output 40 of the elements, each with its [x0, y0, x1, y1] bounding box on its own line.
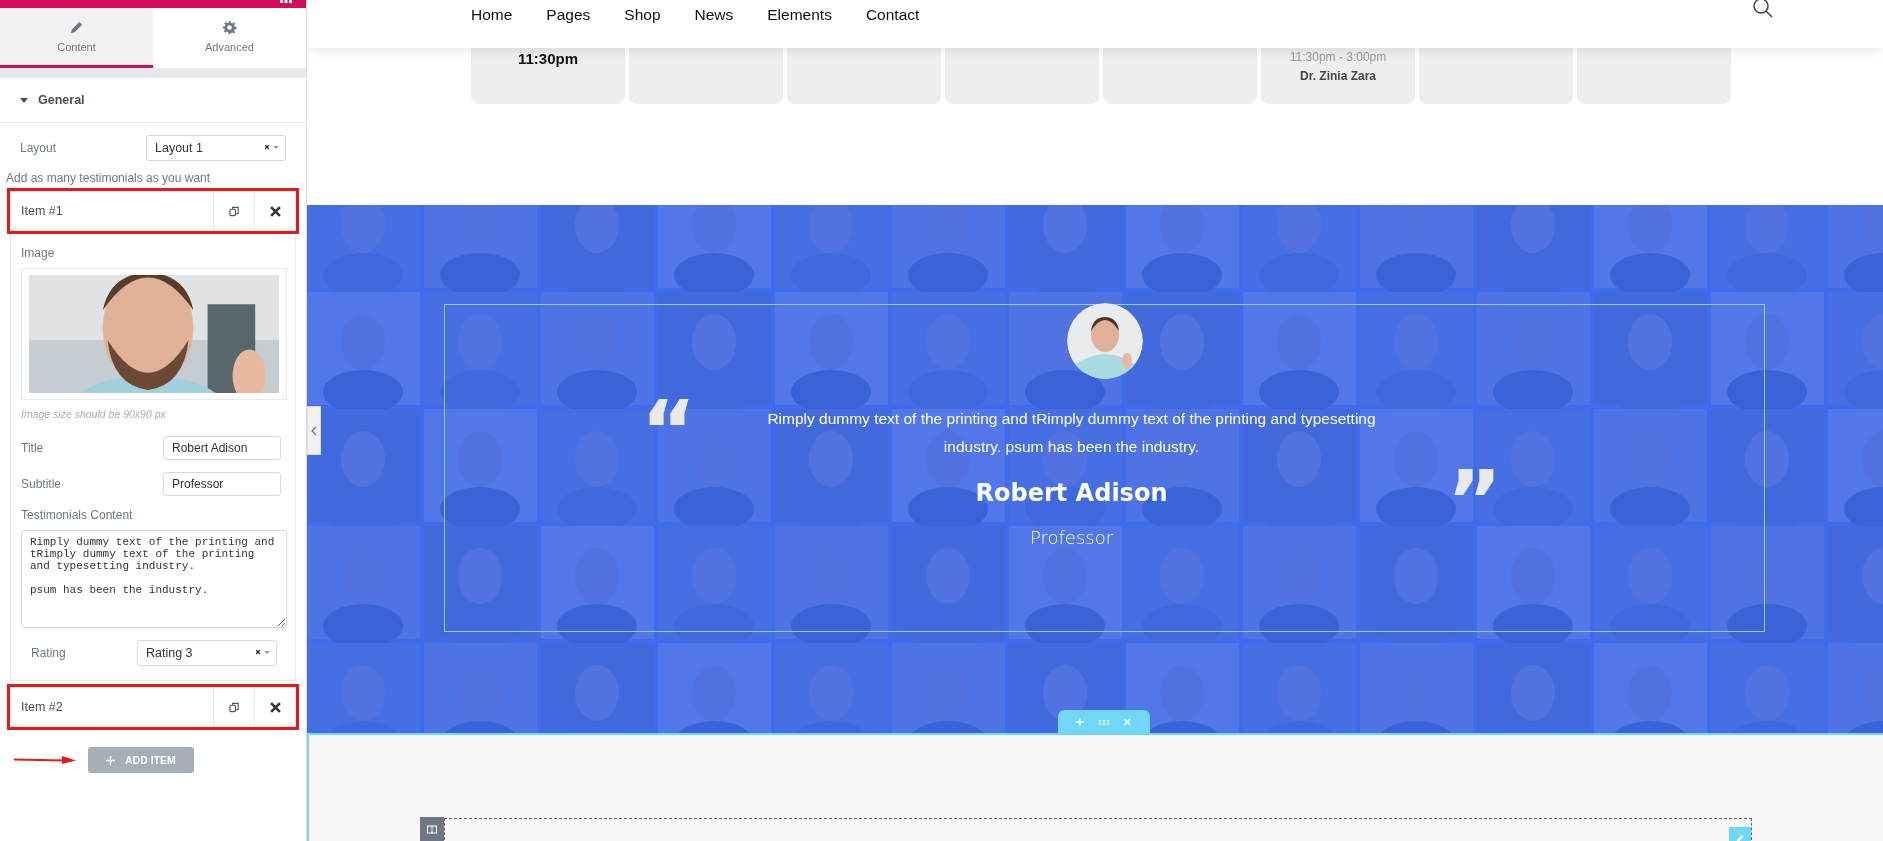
- gear-icon: [222, 20, 237, 35]
- layout-select[interactable]: Layout 1: [146, 135, 286, 161]
- time-text: 11:30pm - 3:00pm: [1289, 50, 1387, 64]
- column-handle[interactable]: [420, 817, 444, 841]
- field-label: Layout: [20, 141, 57, 155]
- section-header[interactable]: General: [0, 78, 306, 123]
- text-field[interactable]: Professor: [163, 472, 281, 496]
- image-size-note: Image size should be 90x90 px: [21, 408, 167, 420]
- nav-link[interactable]: News: [694, 6, 734, 24]
- repeater-hint: Add as many testimonials as you want: [6, 171, 212, 185]
- nav-link[interactable]: Pages: [546, 6, 591, 24]
- panel-tab[interactable]: Content: [0, 8, 153, 68]
- content-textarea[interactable]: Rimply dummy text of the printing and tRimply dummy text of the printing and typesetting industry. psum has been the industry.: [21, 530, 287, 628]
- text-field[interactable]: Robert Adison: [163, 436, 281, 460]
- section-title: General: [38, 93, 85, 107]
- field-label: Rating: [31, 646, 66, 660]
- nav-link[interactable]: Shop: [624, 6, 661, 24]
- repeater-item-header[interactable]: Item #2: [10, 687, 296, 727]
- field-label: Subtitle: [21, 477, 62, 491]
- repeater-item-header[interactable]: Item #1: [10, 191, 296, 231]
- field-label: Title: [21, 441, 44, 455]
- search-icon[interactable]: [1753, 0, 1773, 20]
- field-label: Image: [21, 246, 56, 260]
- grid-icon[interactable]: [280, 0, 292, 4]
- close-icon[interactable]: [269, 701, 281, 713]
- duplicate-icon[interactable]: [228, 205, 240, 217]
- plus-icon: [106, 755, 115, 765]
- rating-select[interactable]: Rating 3: [137, 640, 277, 666]
- nav-link[interactable]: Home: [471, 6, 513, 24]
- time-text: 11:30pm: [517, 50, 578, 67]
- clear-icon: [265, 145, 279, 151]
- arrow: [14, 756, 76, 764]
- close-icon[interactable]: [269, 205, 281, 217]
- nav-link[interactable]: Elements: [767, 6, 832, 24]
- nav-link[interactable]: Contact: [865, 6, 920, 24]
- field-label: Testimonials Content: [21, 508, 134, 522]
- pencil-icon: [69, 20, 84, 35]
- duplicate-icon[interactable]: [228, 701, 240, 713]
- doctor-name: Dr. Zinia Zara: [1300, 69, 1376, 83]
- clear-icon: [256, 650, 270, 656]
